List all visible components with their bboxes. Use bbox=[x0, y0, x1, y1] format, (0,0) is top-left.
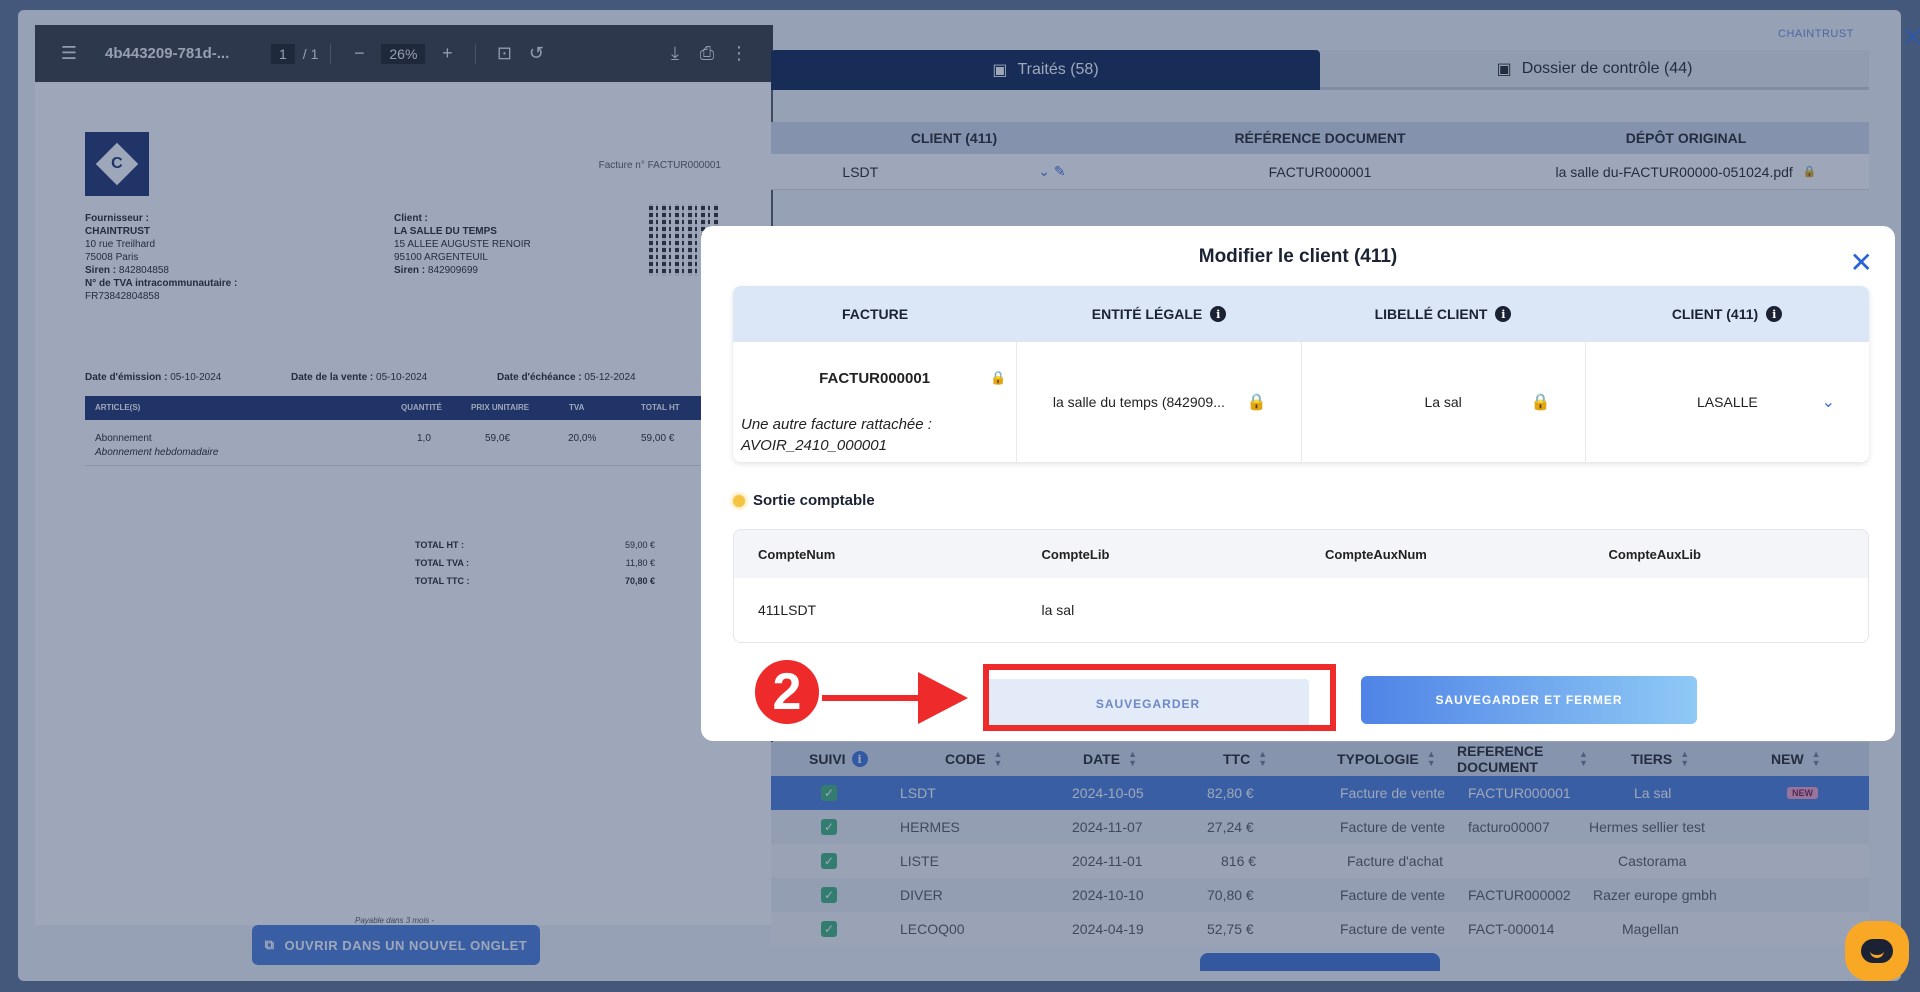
col-legal-entity: ENTITÉ LÉGALE i bbox=[1017, 286, 1301, 342]
col-comptenum: CompteNum bbox=[758, 546, 836, 562]
client-label-cell: La sal 🔒 bbox=[1302, 342, 1586, 462]
chat-button[interactable] bbox=[1845, 921, 1909, 981]
col-client-label: LIBELLÉ CLIENT i bbox=[1301, 286, 1585, 342]
client-edit-table: FACTURE ENTITÉ LÉGALE i LIBELLÉ CLIENT i C… bbox=[733, 286, 1869, 462]
sortie-comptable-title: Sortie comptable bbox=[733, 492, 875, 509]
save-and-close-button[interactable]: SAUVEGARDER ET FERMER bbox=[1361, 676, 1697, 724]
client-411-value: LASALLE bbox=[1697, 394, 1758, 410]
accounting-table: CompteNum CompteLib CompteAuxNum CompteA… bbox=[733, 529, 1869, 643]
modal-title: Modifier le client (411) bbox=[1198, 246, 1398, 267]
info-icon[interactable]: i bbox=[1766, 306, 1783, 322]
close-icon[interactable]: ✕ bbox=[1850, 246, 1873, 279]
info-icon[interactable]: i bbox=[1210, 306, 1227, 322]
legal-entity-cell: la salle du temps (842909... 🔒 bbox=[1017, 342, 1302, 462]
col-compteauxlib: CompteAuxLib bbox=[1608, 546, 1701, 562]
table-row: 411LSDT la sal bbox=[734, 578, 1868, 642]
lock-icon: 🔒 bbox=[990, 370, 1007, 385]
chevron-down-icon[interactable]: ⌄ bbox=[1822, 392, 1835, 412]
highlight-box bbox=[983, 664, 1336, 731]
legal-entity-value: la salle du temps (842909... bbox=[1052, 394, 1225, 410]
lightbulb-icon bbox=[733, 494, 745, 507]
lock-icon: 🔒 bbox=[1246, 394, 1267, 411]
col-client-411: CLIENT (411) i bbox=[1585, 286, 1869, 342]
chat-icon bbox=[1861, 939, 1893, 963]
info-icon[interactable]: i bbox=[1495, 306, 1512, 322]
facture-cell: FACTUR000001 🔒 Une autre facture rattach… bbox=[733, 342, 1018, 462]
col-compteauxnum: CompteAuxNum bbox=[1325, 546, 1427, 562]
col-facture: FACTURE bbox=[841, 306, 909, 322]
annotation-arrow-head bbox=[918, 672, 968, 724]
step-number-badge: 2 bbox=[752, 657, 822, 727]
linked-invoice-note: Une autre facture rattachée : AVOIR_2410… bbox=[741, 416, 932, 454]
facture-number: FACTUR000001 bbox=[819, 370, 931, 387]
lock-icon: 🔒 bbox=[1530, 394, 1551, 411]
client-label-value: La sal bbox=[1424, 394, 1462, 410]
col-comptelib: CompteLib bbox=[1041, 546, 1110, 562]
annotation-arrow bbox=[822, 694, 924, 702]
client-411-select[interactable]: LASALLE ⌄ bbox=[1586, 342, 1869, 462]
